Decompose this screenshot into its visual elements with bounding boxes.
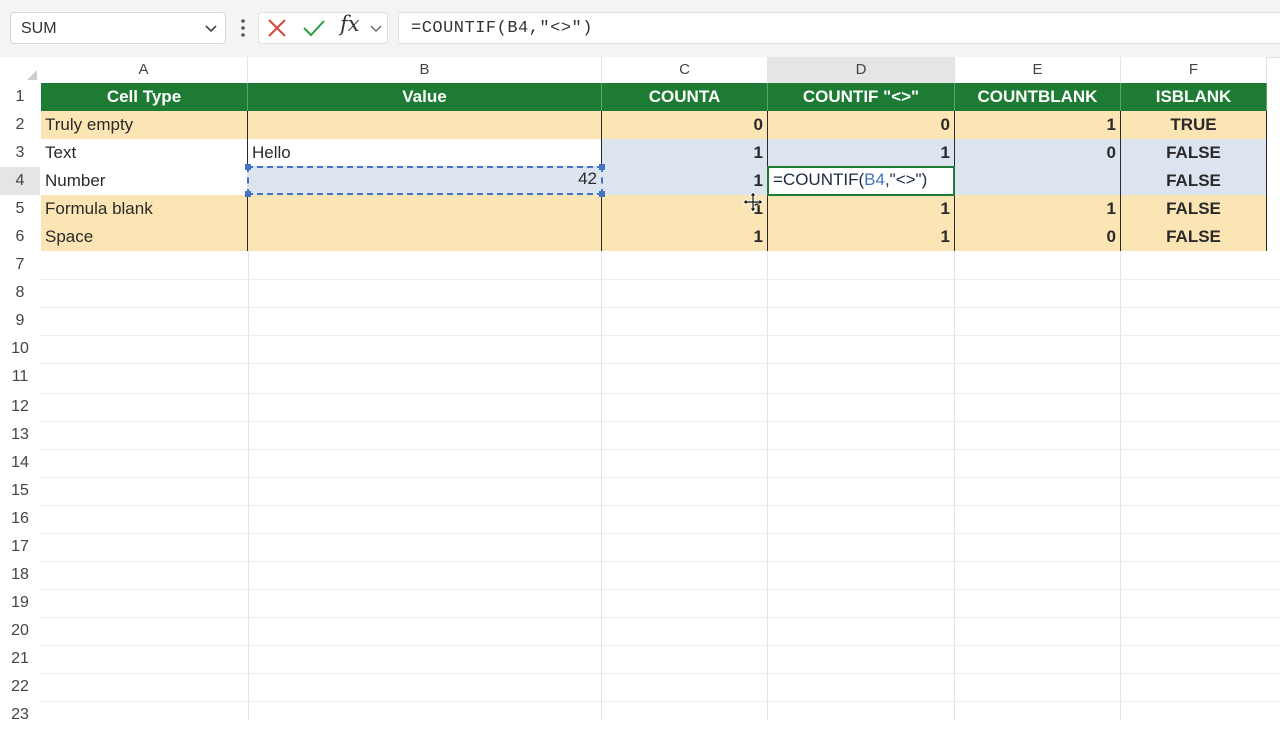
formula-input[interactable]: =COUNTIF(B4,"<>") (398, 12, 1280, 44)
column-header-a[interactable]: A (40, 57, 248, 83)
column-header-e[interactable]: E (955, 57, 1121, 83)
row-header-2[interactable]: 2 (0, 111, 40, 139)
row-header-15[interactable]: 15 (0, 477, 40, 505)
cell-f4[interactable]: FALSE (1121, 167, 1267, 195)
formula-text: =COUNTIF(B4,"<>") (411, 19, 593, 38)
range-handle[interactable] (599, 191, 605, 197)
cell-d2[interactable]: 0 (768, 111, 955, 139)
row-header-8[interactable]: 8 (0, 279, 40, 307)
cell-a3[interactable]: Text (41, 139, 248, 167)
formula-bar: SUM fx =COUNTIF(B4,"<>") (0, 0, 1280, 58)
cell-e3[interactable]: 0 (955, 139, 1121, 167)
row-header-11[interactable]: 11 (0, 363, 40, 391)
cell-f6[interactable]: FALSE (1121, 223, 1267, 251)
move-cursor-icon (742, 191, 764, 213)
column-header-c[interactable]: C (602, 57, 768, 83)
checkmark-icon[interactable] (302, 17, 326, 39)
spreadsheet-grid[interactable]: A B C D E F 1 2 3 4 5 6 7 8 9 10 11 12 1… (0, 57, 1280, 729)
name-box-value: SUM (21, 20, 57, 37)
cell-d5[interactable]: 1 (768, 195, 955, 223)
range-handle[interactable] (245, 191, 251, 197)
header-countif[interactable]: COUNTIF "<>" (768, 83, 955, 111)
row-header-5[interactable]: 5 (0, 195, 40, 223)
select-all-corner[interactable] (0, 57, 40, 83)
cell-e5[interactable]: 1 (955, 195, 1121, 223)
column-header-d[interactable]: D (768, 57, 955, 83)
cell-c6[interactable]: 1 (602, 223, 768, 251)
cell-d3[interactable]: 1 (768, 139, 955, 167)
header-countblank[interactable]: COUNTBLANK (955, 83, 1121, 111)
header-value[interactable]: Value (248, 83, 602, 111)
row-header-4[interactable]: 4 (0, 167, 40, 195)
cell-a5[interactable]: Formula blank (41, 195, 248, 223)
row-header-20[interactable]: 20 (0, 617, 40, 645)
cell-a6[interactable]: Space (41, 223, 248, 251)
row-header-9[interactable]: 9 (0, 307, 40, 335)
cell-d6[interactable]: 1 (768, 223, 955, 251)
cell-d4-editor[interactable]: =COUNTIF(B4,"<>") (767, 166, 955, 196)
insert-function-icon[interactable]: fx (340, 12, 366, 42)
cell-a4[interactable]: Number (41, 167, 248, 195)
row-header-23[interactable]: 23 (0, 701, 40, 729)
header-isblank[interactable]: ISBLANK (1121, 83, 1267, 111)
header-cell-type[interactable]: Cell Type (41, 83, 248, 111)
row-header-6[interactable]: 6 (0, 223, 40, 251)
row-header-10[interactable]: 10 (0, 335, 40, 363)
row-header-13[interactable]: 13 (0, 421, 40, 449)
chevron-down-icon[interactable] (203, 20, 219, 36)
column-header-b[interactable]: B (248, 57, 602, 83)
cell-a2[interactable]: Truly empty (41, 111, 248, 139)
cell-f2[interactable]: TRUE (1121, 111, 1267, 139)
cell-f3[interactable]: FALSE (1121, 139, 1267, 167)
row-header-17[interactable]: 17 (0, 533, 40, 561)
column-header-f[interactable]: F (1121, 57, 1267, 83)
row-header-19[interactable]: 19 (0, 589, 40, 617)
cancel-icon[interactable] (266, 17, 288, 39)
header-counta[interactable]: COUNTA (602, 83, 768, 111)
cell-c3[interactable]: 1 (602, 139, 768, 167)
row-header-14[interactable]: 14 (0, 449, 40, 477)
chevron-down-icon[interactable] (368, 20, 384, 36)
row-header-22[interactable]: 22 (0, 673, 40, 701)
row-header-3[interactable]: 3 (0, 139, 40, 167)
cell-b2[interactable] (248, 111, 602, 139)
referenced-cell-b4[interactable]: 42 (247, 166, 603, 195)
cell-b6[interactable] (248, 223, 602, 251)
cell-f5[interactable]: FALSE (1121, 195, 1267, 223)
cell-b4-value: 42 (578, 169, 597, 188)
row-header-12[interactable]: 12 (0, 393, 40, 421)
row-header-18[interactable]: 18 (0, 561, 40, 589)
range-handle[interactable] (599, 164, 605, 170)
cell-e4[interactable] (955, 167, 1121, 195)
cell-e2[interactable]: 1 (955, 111, 1121, 139)
row-header-16[interactable]: 16 (0, 505, 40, 533)
cell-b3[interactable]: Hello (248, 139, 602, 167)
range-handle[interactable] (245, 164, 251, 170)
cell-d4-formula: =COUNTIF(B4,"<>") (773, 170, 928, 189)
cell-b5[interactable] (248, 195, 602, 223)
row-header-21[interactable]: 21 (0, 645, 40, 673)
more-vertical-icon[interactable] (236, 16, 250, 40)
formula-reference: B4 (864, 170, 885, 189)
row-header-1[interactable]: 1 (0, 83, 40, 111)
cell-e6[interactable]: 0 (955, 223, 1121, 251)
row-header-7[interactable]: 7 (0, 251, 40, 279)
name-box[interactable]: SUM (10, 12, 226, 44)
cell-c2[interactable]: 0 (602, 111, 768, 139)
